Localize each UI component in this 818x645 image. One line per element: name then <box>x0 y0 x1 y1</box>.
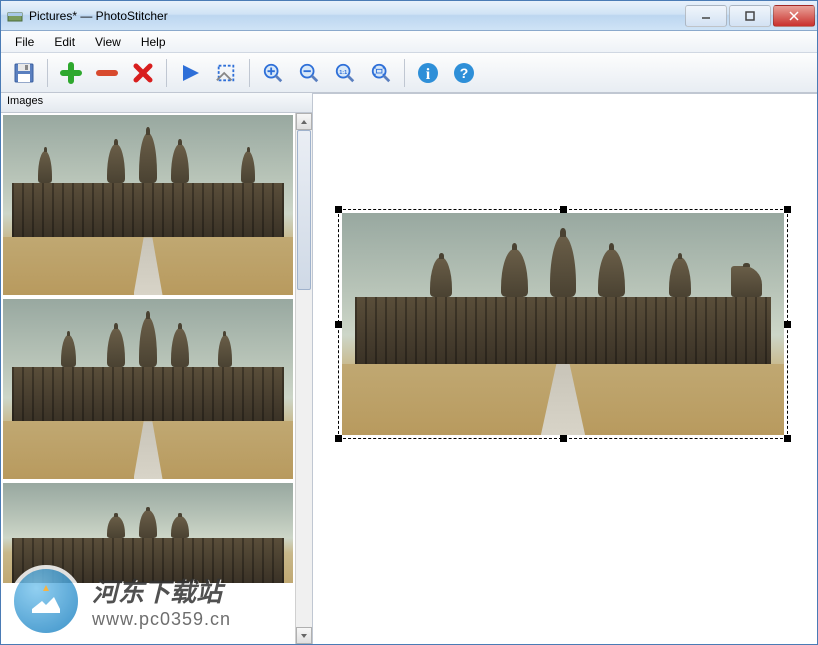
crop-handle-e[interactable] <box>784 321 791 328</box>
remove-image-button[interactable] <box>90 57 124 89</box>
scroll-track[interactable] <box>296 130 312 627</box>
zoom-out-button[interactable] <box>292 57 326 89</box>
maximize-button[interactable] <box>729 5 771 27</box>
crop-handle-se[interactable] <box>784 435 791 442</box>
thumbnail-list[interactable] <box>1 113 295 644</box>
svg-text:i: i <box>426 66 431 83</box>
menu-file[interactable]: File <box>5 33 44 51</box>
app-window: Pictures* — PhotoStitcher File Edit View… <box>0 0 818 645</box>
separator <box>47 59 48 87</box>
thumbnail-item[interactable] <box>3 483 293 583</box>
stitched-panorama <box>342 213 784 435</box>
menu-edit[interactable]: Edit <box>44 33 85 51</box>
sidebar-scrollbar[interactable] <box>295 113 312 644</box>
crop-handle-sw[interactable] <box>335 435 342 442</box>
info-button[interactable]: i <box>411 57 445 89</box>
zoom-actual-button[interactable]: 1:1 <box>328 57 362 89</box>
menu-help[interactable]: Help <box>131 33 176 51</box>
menu-view[interactable]: View <box>85 33 131 51</box>
zoom-in-button[interactable] <box>256 57 290 89</box>
svg-text:?: ? <box>460 65 469 81</box>
help-button[interactable]: ? <box>447 57 481 89</box>
content-area: Images <box>1 93 817 644</box>
toolbar: 1:1 i ? <box>1 53 817 93</box>
scroll-down-button[interactable] <box>296 627 312 644</box>
crop-handle-ne[interactable] <box>784 206 791 213</box>
separator <box>404 59 405 87</box>
close-button[interactable] <box>773 5 815 27</box>
crop-handle-w[interactable] <box>335 321 342 328</box>
crop-selection[interactable] <box>338 209 788 439</box>
scroll-thumb[interactable] <box>297 130 311 290</box>
add-image-button[interactable] <box>54 57 88 89</box>
window-controls <box>685 5 815 27</box>
app-icon <box>7 8 23 24</box>
crop-handle-n[interactable] <box>560 206 567 213</box>
save-button[interactable] <box>7 57 41 89</box>
sidebar-header: Images <box>1 93 312 113</box>
crop-handle-nw[interactable] <box>335 206 342 213</box>
zoom-fit-button[interactable] <box>364 57 398 89</box>
separator <box>249 59 250 87</box>
minimize-button[interactable] <box>685 5 727 27</box>
stitch-button[interactable] <box>173 57 207 89</box>
svg-text:1:1: 1:1 <box>339 69 347 75</box>
images-sidebar: Images <box>1 93 313 644</box>
separator <box>166 59 167 87</box>
scroll-up-button[interactable] <box>296 113 312 130</box>
menubar: File Edit View Help <box>1 31 817 53</box>
titlebar: Pictures* — PhotoStitcher <box>1 1 817 31</box>
crop-handle-s[interactable] <box>560 435 567 442</box>
window-title: Pictures* — PhotoStitcher <box>29 9 685 23</box>
thumbnail-item[interactable] <box>3 115 293 295</box>
crop-button[interactable] <box>209 57 243 89</box>
clear-images-button[interactable] <box>126 57 160 89</box>
preview-canvas[interactable] <box>313 93 817 644</box>
thumbnail-item[interactable] <box>3 299 293 479</box>
